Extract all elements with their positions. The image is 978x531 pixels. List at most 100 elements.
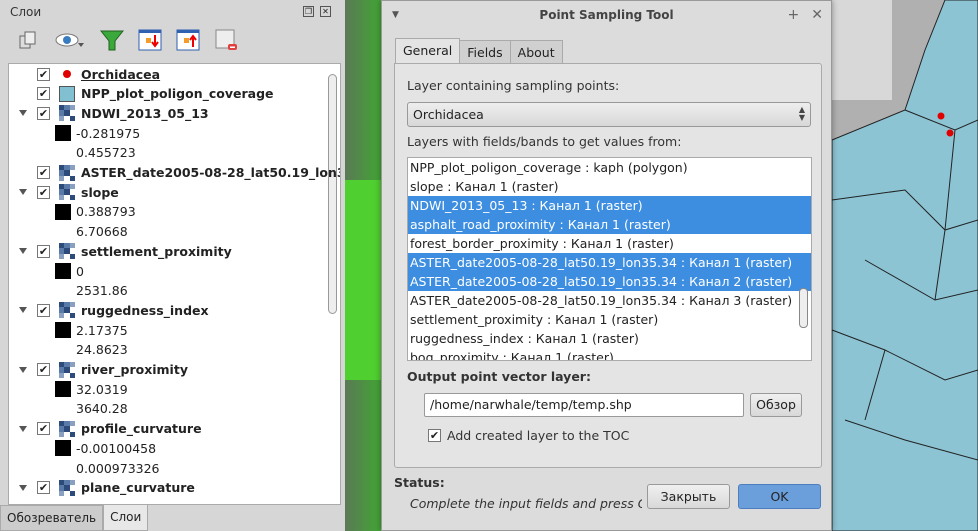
legend-swatch	[55, 341, 71, 358]
legend-value: 32.0319	[76, 381, 128, 397]
layer-item[interactable]: ✔ river_proximity	[9, 360, 329, 380]
layer-visibility-checkbox[interactable]: ✔	[37, 422, 50, 436]
layer-item[interactable]: ✔ Orchidacea	[9, 64, 329, 84]
layer-visibility-checkbox[interactable]: ✔	[37, 67, 50, 81]
layer-tree[interactable]: ✔ Orchidacea ✔ NPP_plot_poligon_coverage ✔ ND…	[8, 63, 341, 505]
fields-list-scrollbar[interactable]	[799, 288, 808, 328]
tab-fields[interactable]: Fields	[459, 40, 511, 65]
field-list-item[interactable]: ruggedness_index : Канал 1 (raster)	[408, 329, 811, 348]
layer-visibility-checkbox[interactable]: ✔	[37, 303, 50, 317]
output-path-input[interactable]: /home/narwhale/temp/temp.shp	[424, 393, 744, 417]
layers-toolbar	[16, 28, 238, 52]
layer-item[interactable]: ✔ plane_curvature	[9, 478, 329, 498]
layer-item[interactable]: ✔ ASTER_date2005-08-28_lat50.19_lon3...	[9, 163, 340, 183]
ok-button[interactable]: OK	[738, 484, 821, 509]
output-label: Output point vector layer:	[407, 369, 591, 384]
legend-swatch	[55, 322, 71, 339]
legend-swatch	[55, 263, 71, 279]
spinner-arrows-icon: ▲ ▼	[798, 105, 805, 122]
field-list-item[interactable]: NDWI_2013_05_13 : Канал 1 (raster)	[408, 196, 811, 215]
layer-name: NPP_plot_poligon_coverage	[81, 86, 274, 102]
remove-layer-icon[interactable]	[214, 28, 238, 52]
layer-name: Orchidacea	[81, 66, 161, 82]
field-list-item[interactable]: ASTER_date2005-08-28_lat50.19_lon35.34 :…	[408, 253, 811, 272]
float-icon[interactable]: ❐	[303, 6, 314, 17]
close-icon[interactable]: ✕	[811, 1, 823, 29]
expand-all-icon[interactable]	[138, 28, 162, 52]
expand-arrow-icon[interactable]	[19, 307, 27, 314]
expand-arrow-icon[interactable]	[19, 248, 27, 255]
field-list-item[interactable]: forest_border_proximity : Канал 1 (raste…	[408, 234, 811, 253]
raster-icon	[59, 184, 75, 201]
sampling-layer-label: Layer containing sampling points:	[407, 78, 620, 93]
tab-about[interactable]: About	[509, 40, 563, 65]
field-list-item[interactable]: asphalt_road_proximity : Канал 1 (raster…	[408, 215, 811, 234]
raster-icon	[59, 302, 75, 319]
tab-layers[interactable]: Слои	[103, 505, 149, 531]
field-list-item[interactable]: ASTER_date2005-08-28_lat50.19_lon35.34 :…	[408, 272, 811, 291]
add-group-icon[interactable]	[16, 28, 40, 52]
legend-swatch	[55, 460, 71, 476]
layer-visibility-checkbox[interactable]: ✔	[37, 185, 50, 199]
layer-item[interactable]: ✔ ruggedness_index	[9, 300, 329, 320]
expand-arrow-icon[interactable]	[19, 425, 27, 432]
field-list-item[interactable]: settlement_proximity : Канал 1 (raster)	[408, 310, 811, 329]
polygon-symbol-icon	[59, 85, 75, 102]
legend-swatch	[55, 144, 71, 161]
legend-value: 24.8623	[76, 342, 128, 358]
field-list-item[interactable]: bog_proximity : Канал 1 (raster)	[408, 348, 811, 360]
raster-icon	[59, 420, 75, 437]
layer-name: plane_curvature	[81, 480, 195, 496]
layer-item[interactable]: ✔ NPP_plot_poligon_coverage	[9, 84, 329, 104]
expand-arrow-icon[interactable]	[19, 110, 27, 117]
point-symbol-icon	[59, 66, 75, 82]
layer-name: ASTER_date2005-08-28_lat50.19_lon3...	[81, 165, 341, 180]
sampling-layer-value: Orchidacea	[413, 107, 484, 122]
layer-item[interactable]: ✔ slope	[9, 182, 329, 202]
fields-list[interactable]: NPP_plot_poligon_coverage : kaph (polygo…	[407, 157, 812, 361]
layer-item[interactable]: ✔ settlement_proximity	[9, 241, 329, 261]
expand-arrow-icon[interactable]	[19, 366, 27, 373]
layer-item[interactable]: ✔ profile_curvature	[9, 419, 329, 439]
layer-item[interactable]: ✔ NDWI_2013_05_13	[9, 103, 329, 123]
layer-visibility-checkbox[interactable]: ✔	[37, 106, 50, 120]
sampling-layer-select[interactable]: Orchidacea ▲ ▼	[407, 102, 811, 127]
point-sampling-dialog: Point Sampling Tool ▼ + ✕ General Fields …	[381, 0, 832, 531]
layer-tree-scrollbar[interactable]	[328, 74, 337, 314]
layer-visibility-checkbox[interactable]: ✔	[37, 481, 50, 495]
collapse-all-icon[interactable]	[176, 28, 200, 52]
legend-value: 2531.86	[76, 283, 128, 299]
layer-name: settlement_proximity	[81, 243, 232, 259]
raster-icon	[59, 479, 75, 496]
expand-arrow-icon[interactable]	[19, 189, 27, 196]
browse-button[interactable]: Обзор	[750, 393, 802, 417]
layer-name: profile_curvature	[81, 421, 202, 437]
legend-value: 6.70668	[76, 224, 128, 240]
field-list-item[interactable]: NPP_plot_poligon_coverage : kaph (polygo…	[408, 158, 811, 177]
layer-visibility-checkbox[interactable]: ✔	[37, 244, 50, 258]
status-label: Status:	[394, 475, 445, 490]
filter-icon[interactable]	[100, 28, 124, 52]
maximize-icon[interactable]: +	[788, 1, 800, 29]
field-list-item[interactable]: ASTER_date2005-08-28_lat50.19_lon35.34 :…	[408, 291, 811, 310]
legend-swatch	[55, 400, 71, 417]
raster-icon	[59, 361, 75, 378]
expand-arrow-icon[interactable]	[19, 484, 27, 491]
tab-browser[interactable]: Обозреватель	[0, 505, 104, 531]
layer-name: ruggedness_index	[81, 302, 209, 318]
close-icon[interactable]: ✕	[320, 6, 331, 17]
add-toc-checkbox[interactable]: ✔	[428, 429, 441, 442]
legend-value: 0	[76, 263, 84, 279]
layer-visibility-checkbox[interactable]: ✔	[37, 363, 50, 376]
menu-arrow-icon[interactable]: ▼	[392, 1, 399, 29]
layer-visibility-checkbox[interactable]: ✔	[37, 166, 50, 179]
tab-general[interactable]: General	[395, 38, 461, 65]
eye-icon[interactable]	[54, 28, 86, 52]
field-list-item[interactable]: slope : Канал 1 (raster)	[408, 177, 811, 196]
legend-swatch	[55, 203, 71, 220]
close-button[interactable]: Закрыть	[647, 484, 730, 509]
layer-visibility-checkbox[interactable]: ✔	[37, 87, 50, 101]
legend-swatch	[55, 125, 71, 142]
layers-panel: Слои ❐ ✕ ✔ Orchidacea ✔ NPP_plot_poligon_cov…	[0, 0, 345, 531]
general-tab-panel: Layer containing sampling points: Orchid…	[394, 63, 822, 468]
